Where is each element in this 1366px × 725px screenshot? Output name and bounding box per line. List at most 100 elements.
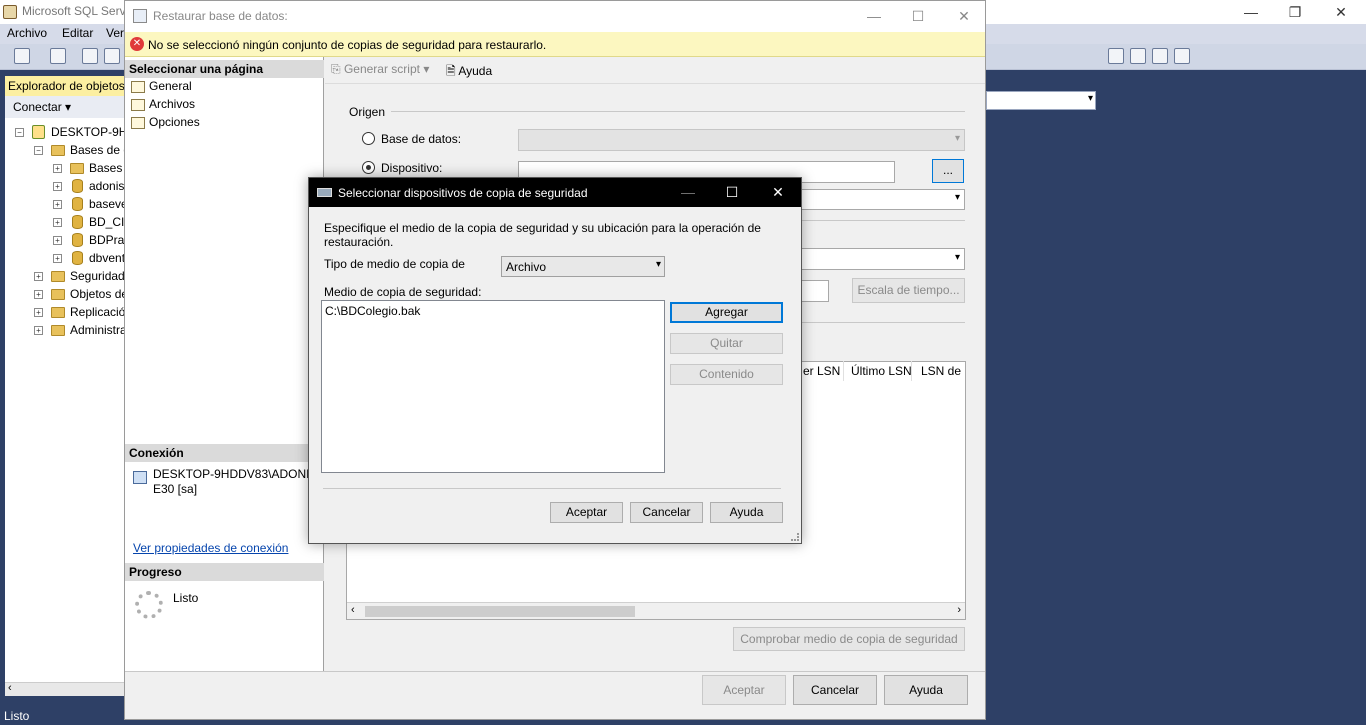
folder-icon [51,145,65,156]
expand-icon[interactable]: + [34,308,43,317]
page-label: Opciones [149,115,200,129]
tree-folder[interactable]: + Objetos de [5,286,125,304]
ssms-minimize-button[interactable]: — [1228,0,1274,24]
column-header[interactable]: er LSN [803,364,840,378]
expand-icon[interactable]: + [53,182,62,191]
browse-device-button[interactable]: ... [932,159,964,183]
modal-maximize-button[interactable]: ☐ [709,178,755,207]
window-icon[interactable] [1174,48,1190,64]
connection-properties-link[interactable]: Ver propiedades de conexión [133,541,288,555]
column-divider [911,361,912,381]
verify-media-button[interactable]: Comprobar medio de copia de seguridad [733,627,965,651]
restore-ok-button[interactable]: Aceptar [702,675,786,705]
modal-ok-button[interactable]: Aceptar [550,502,623,523]
error-icon: ✕ [130,37,144,51]
grid-scrollbar[interactable]: ‹ › [347,602,965,619]
open-file-icon[interactable] [82,48,98,64]
ssms-close-button[interactable]: ✕ [1318,0,1364,24]
generate-script-button[interactable]: ⎘ Generar script ▾ [331,62,429,77]
chevron-left-icon[interactable]: ‹ [351,604,355,616]
database-combo[interactable]: ▾ [986,91,1096,110]
restore-help-button[interactable]: Ayuda [884,675,968,705]
restore-close-button[interactable]: ✕ [941,4,987,28]
expand-icon[interactable]: + [53,164,62,173]
menu-ver[interactable]: Ver [106,26,124,40]
restore-to-field[interactable] [801,280,829,302]
grid-icon[interactable] [50,48,66,64]
tree-system-databases[interactable]: + Bases d [5,160,125,178]
contents-button[interactable]: Contenido [670,364,783,385]
menu-editar[interactable]: Editar [62,26,93,40]
backup-media-label: Medio de copia de seguridad: [324,285,482,299]
restore-minimize-button[interactable]: — [851,4,897,28]
tree-folder[interactable]: + Replicació [5,304,125,322]
help-toolbar-button[interactable]: 🗎 Ayuda [446,62,492,83]
column-header[interactable]: Último LSN [851,364,912,378]
restore-maximize-button[interactable]: ☐ [895,4,941,28]
collapse-icon[interactable]: − [15,128,24,137]
modal-close-button[interactable]: ✕ [755,178,801,207]
column-header[interactable]: LSN de p [921,364,965,378]
expand-icon[interactable]: + [34,290,43,299]
tree-db[interactable]: + adonis [5,178,125,196]
chevron-right-icon[interactable]: › [957,604,961,616]
list-item[interactable]: C:\BDColegio.bak [325,304,420,318]
chevron-down-icon[interactable]: ▾ [65,100,71,114]
new-query-icon[interactable] [14,48,30,64]
modal-help-button[interactable]: Ayuda [710,502,783,523]
timeline-button[interactable]: Escala de tiempo... [852,278,965,303]
expand-icon[interactable]: + [53,218,62,227]
page-archivos[interactable]: Archivos [131,97,195,111]
tree-label: BD_CIN [89,215,125,229]
tool-icon-1[interactable] [1108,48,1124,64]
expand-icon[interactable]: + [53,254,62,263]
page-general[interactable]: General [131,79,192,93]
page-label: General [149,79,192,93]
connection-server-line1: DESKTOP-9HDDV83\ADONISC [153,467,323,481]
collapse-icon[interactable]: − [34,146,43,155]
modal-minimize-button[interactable]: — [665,178,711,207]
remove-button[interactable]: Quitar [670,333,783,354]
tree-folder[interactable]: + Administra [5,322,125,340]
tree-folder[interactable]: + Seguridad [5,268,125,286]
modal-cancel-button[interactable]: Cancelar [630,502,703,523]
object-explorer-scrollbar[interactable]: ‹ [5,682,125,696]
ssms-restore-button[interactable]: ❐ [1272,0,1318,24]
database-select[interactable]: ▾ [518,129,965,151]
expand-icon[interactable]: + [53,236,62,245]
add-button[interactable]: Agregar [670,302,783,323]
chevron-down-icon[interactable]: ▾ [423,62,429,76]
scrollbar-thumb[interactable] [365,606,635,617]
connection-header: Conexión [125,444,324,462]
tree-db[interactable]: + baseve [5,196,125,214]
page-opciones[interactable]: Opciones [131,115,200,129]
tool-icon-2[interactable] [1130,48,1146,64]
connect-button[interactable]: Conectar [13,100,62,114]
menu-archivo[interactable]: Archivo [7,26,47,40]
page-icon [131,98,145,111]
destination-select-partial[interactable]: ▾ [801,189,965,210]
restore-cancel-button[interactable]: Cancelar [793,675,877,705]
generate-script-label: Generar script [343,62,420,76]
expand-icon[interactable]: + [53,200,62,209]
save-icon[interactable] [104,48,120,64]
tree-label: baseve [89,197,125,211]
chevron-left-icon[interactable]: ‹ [8,682,12,694]
expand-icon[interactable]: + [34,326,43,335]
tree-server[interactable]: − DESKTOP-9HD [5,124,125,142]
server-icon [32,125,45,139]
folder-icon [51,271,65,282]
device-radio[interactable] [362,161,375,174]
resize-grip-icon[interactable] [791,533,799,541]
tree-db[interactable]: + dbvent [5,250,125,268]
tree-databases[interactable]: − Bases de d [5,142,125,160]
expand-icon[interactable]: + [34,272,43,281]
database-radio-label: Base de datos: [381,132,462,146]
database-radio[interactable] [362,132,375,145]
tree-db[interactable]: + BD_CIN [5,214,125,232]
media-type-select[interactable]: Archivo ▾ [501,256,665,277]
database-target-select[interactable]: ▾ [801,248,965,270]
backup-media-list[interactable]: C:\BDColegio.bak [321,300,665,473]
tree-db[interactable]: + BDPrac [5,232,125,250]
wrench-icon[interactable] [1152,48,1168,64]
